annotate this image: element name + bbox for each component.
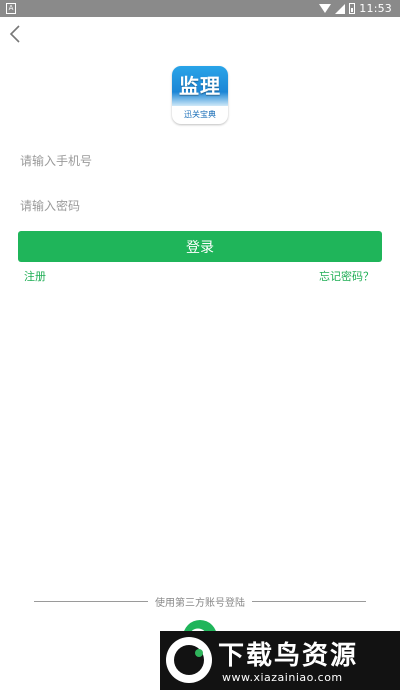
password-input[interactable] xyxy=(20,191,380,221)
third-party-login-divider: 使用第三方账号登陆 xyxy=(34,594,366,609)
watermark-url: www.xiazainiao.com xyxy=(222,671,343,684)
wifi-icon xyxy=(319,4,332,13)
status-icons: 11:53 xyxy=(319,1,392,16)
third-party-login-label: 使用第三方账号登陆 xyxy=(155,597,245,609)
signal-icon xyxy=(335,3,346,14)
phone-field-container xyxy=(20,146,380,176)
app-logo: 监理 迅关宝典 xyxy=(172,66,228,124)
divider-line-left xyxy=(34,600,148,602)
forgot-password-link[interactable]: 忘记密码？ xyxy=(319,268,374,284)
back-button[interactable] xyxy=(6,22,26,46)
status-bar: A 11:53 xyxy=(0,0,400,17)
register-link[interactable]: 注册 xyxy=(24,268,46,284)
logo-subtitle: 迅关宝典 xyxy=(184,110,216,119)
phone-input[interactable] xyxy=(20,146,380,176)
watermark-title: 下载鸟资源 xyxy=(218,641,359,671)
divider-line-right xyxy=(252,600,366,602)
status-time: 11:53 xyxy=(359,2,392,15)
logo-title: 监理 xyxy=(172,66,228,106)
login-button[interactable]: 登录 xyxy=(18,231,382,262)
battery-icon xyxy=(349,3,356,14)
back-arrow-icon xyxy=(9,25,20,43)
watermark-logo-icon xyxy=(166,637,212,683)
watermark-banner: 下载鸟资源 www.xiazainiao.com xyxy=(160,631,400,690)
password-field-container xyxy=(20,191,380,221)
notification-icon: A xyxy=(6,3,16,14)
